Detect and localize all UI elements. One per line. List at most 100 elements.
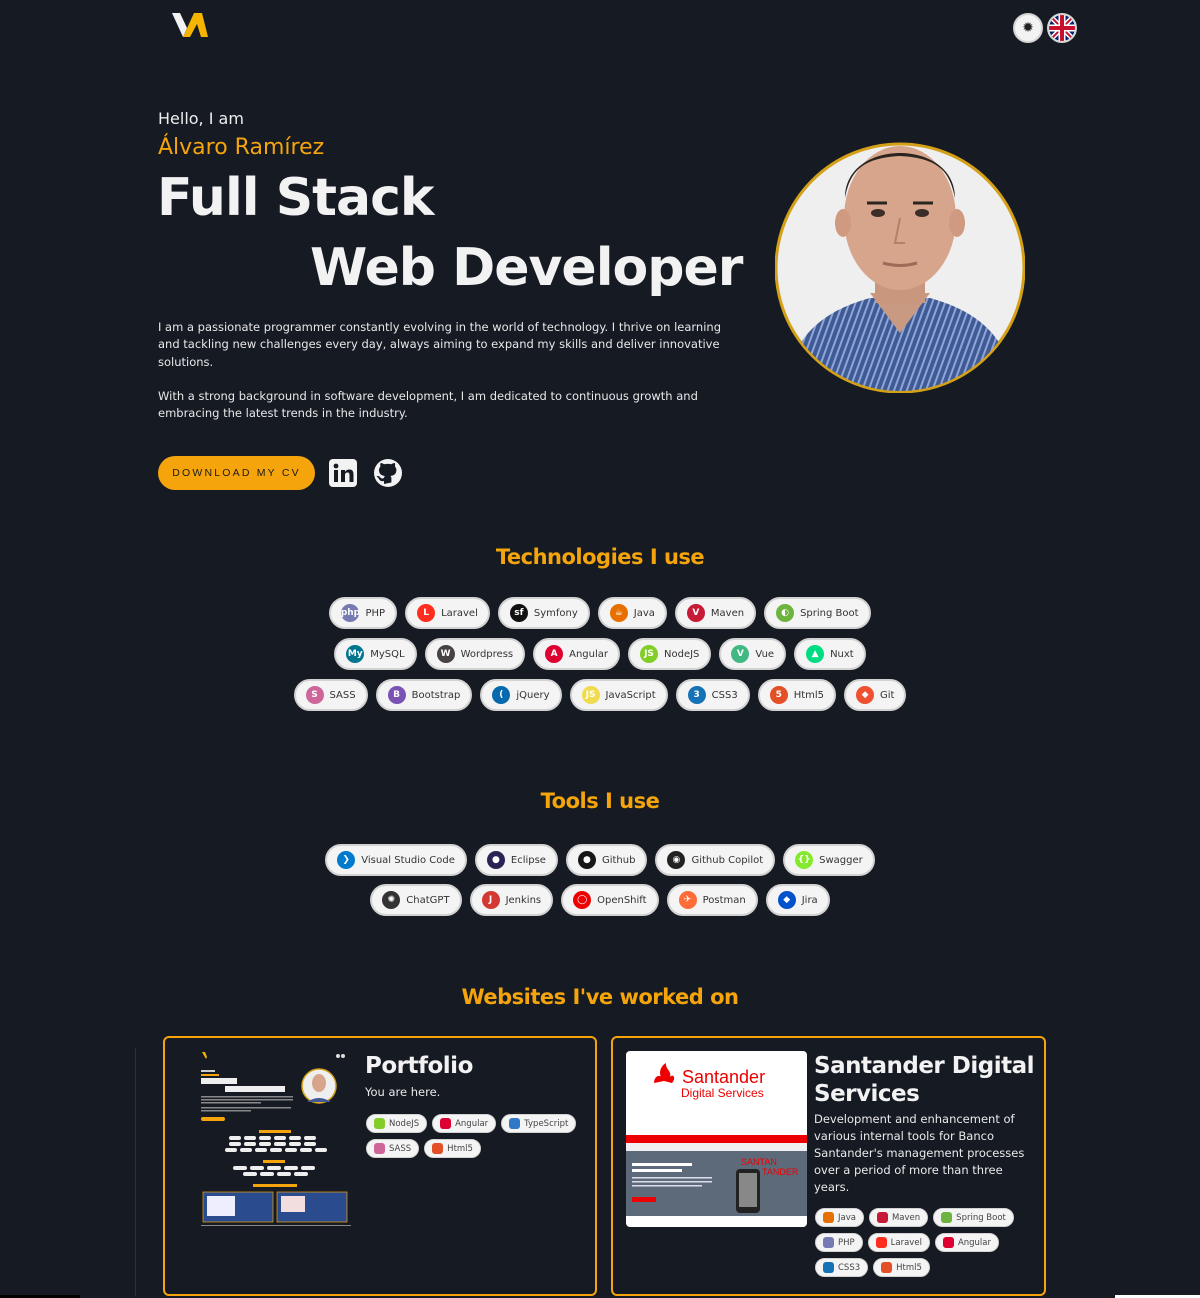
linkedin-icon [329,459,357,487]
chip-label: JavaScript [605,689,656,701]
project-card-portfolio[interactable]: Portfolio You are here. NodeJS Angular Typ… [163,1036,597,1296]
jquery-icon: ( [492,686,511,704]
git-icon: ◆ [856,686,875,704]
tag-maven[interactable]: Maven [868,1208,929,1227]
github-copilot-icon: ◉ [667,851,686,869]
chip-label: Swagger [819,854,863,866]
tool-chip-openshift[interactable]: ◯ OpenShift [561,884,659,916]
chip-label: Nuxt [830,648,854,660]
project-description: You are here. [365,1085,441,1099]
bio-paragraph: I am a passionate programmer constantly … [158,320,722,369]
tag-label: NodeJS [389,1118,420,1129]
chip-label: jQuery [516,689,550,701]
tag-html5[interactable]: Html5 [424,1139,481,1158]
css3-icon: 3 [687,686,706,704]
technology-chip-html5[interactable]: 5 Html5 [757,679,837,711]
title-line-1: Full Stack [157,168,435,228]
technology-chip-php[interactable]: php PHP [329,597,398,629]
tag-typescript[interactable]: TypeScript [501,1114,577,1133]
tool-chip-swagger[interactable]: {} Swagger [783,844,875,876]
technology-chip-spring-boot[interactable]: ◐ Spring Boot [764,597,871,629]
tag-label: Spring Boot [956,1212,1006,1223]
technology-chip-laravel[interactable]: L Laravel [405,597,490,629]
nodejs-icon: JS [640,645,658,663]
technology-chip-nuxt[interactable]: ▲ Nuxt [794,638,866,670]
tag-laravel[interactable]: Laravel [867,1233,930,1252]
theme-toggle-button[interactable]: ✹ [1013,13,1043,43]
tag-java[interactable]: Java [815,1208,864,1227]
github-link[interactable] [373,458,403,488]
html5-icon [432,1143,444,1154]
technology-chip-maven[interactable]: V Maven [674,597,757,629]
author-name: Álvaro Ramírez [158,135,325,160]
swagger-icon: {} [795,851,814,869]
tag-label: Angular [455,1118,489,1129]
laravel-icon: L [417,604,436,622]
technology-chip-javascript[interactable]: JS JavaScript [569,679,668,711]
technology-chip-bootstrap[interactable]: B Bootstrap [375,679,473,711]
linkedin-link[interactable] [328,458,358,488]
nodejs-icon [374,1118,385,1129]
project-description: Development and enhancement of various i… [814,1112,1025,1194]
tool-chip-visual-studio-code[interactable]: ❯ Visual Studio Code [325,844,467,876]
chip-label: Github Copilot [691,854,764,866]
technology-chip-angular[interactable]: A Angular [533,638,620,670]
vscode-icon: ❯ [337,851,356,869]
typescript-icon [509,1118,521,1129]
technology-chip-git[interactable]: ◆ Git [844,679,907,711]
tool-chip-jenkins[interactable]: J Jenkins [469,884,554,916]
bio-paragraph: With a strong background in software dev… [158,388,698,421]
language-button[interactable] [1047,13,1077,43]
jira-icon: ◆ [777,891,796,909]
technology-chip-symfony[interactable]: sf Symfony [497,597,590,629]
download-cv-button[interactable]: DOWNLOAD MY CV [158,456,315,490]
tool-chip-eclipse[interactable]: ● Eclipse [474,844,558,876]
project-title: Portfolio [365,1053,473,1079]
angular-icon [942,1237,954,1248]
tool-chip-jira[interactable]: ◆ Jira [765,884,830,916]
tag-php[interactable]: PHP [815,1233,863,1252]
tag-label: Html5 [896,1262,922,1273]
tag-angular[interactable]: Angular [934,1233,999,1252]
angular-icon: A [545,645,564,663]
nuxt-icon: ▲ [806,645,825,663]
tag-spring-boot[interactable]: Spring Boot [933,1208,1014,1227]
tag-label: Maven [891,1212,921,1223]
chip-label: Eclipse [510,854,546,866]
java-icon: ☕ [609,604,628,622]
tool-chip-postman[interactable]: ✈ Postman [666,884,758,916]
portfolio-thumbnail [193,1050,358,1230]
eclipse-icon: ● [486,851,505,869]
technology-chip-jquery[interactable]: ( jQuery [480,679,562,711]
technology-chip-sass[interactable]: S SASS [293,679,368,711]
technology-chip-java[interactable]: ☕ Java [597,597,667,629]
chip-label: ChatGPT [406,894,450,906]
sun-icon: ✹ [1022,20,1034,36]
tag-sass[interactable]: SASS [366,1139,420,1158]
chip-label: Html5 [793,689,825,701]
tools-title: Tools I use [540,789,660,813]
technology-chip-css3[interactable]: 3 CSS3 [675,679,750,711]
tool-chip-github-copilot[interactable]: ◉ Github Copilot [655,844,776,876]
openshift-icon: ◯ [573,891,592,909]
tag-html5[interactable]: Html5 [873,1258,930,1277]
chip-label: Git [880,689,895,701]
html5-icon [881,1262,893,1273]
tag-nodejs[interactable]: NodeJS [366,1114,428,1133]
technology-chip-vue[interactable]: V Vue [719,638,787,670]
technology-chip-wordpress[interactable]: W Wordpress [424,638,526,670]
tag-css3[interactable]: CSS3 [815,1258,869,1277]
technology-chip-nodejs[interactable]: JS NodeJS [628,638,712,670]
chip-label: PHP [365,607,386,619]
tool-chip-github[interactable]: ● Github [565,844,648,876]
svg-text:SANTAN: SANTAN [741,1157,777,1167]
mysql-icon: My [346,645,365,663]
logo[interactable] [170,11,210,41]
technology-chip-mysql[interactable]: My MySQL [334,638,417,670]
project-card-santander[interactable]: Santander Digital Services SANTAN TANDER… [611,1036,1046,1296]
tool-chip-chatgpt[interactable]: ✺ ChatGPT [370,884,462,916]
chip-label: Github [601,854,636,866]
tag-label: TypeScript [524,1118,569,1129]
tag-angular[interactable]: Angular [432,1114,497,1133]
php-icon [823,1237,834,1248]
